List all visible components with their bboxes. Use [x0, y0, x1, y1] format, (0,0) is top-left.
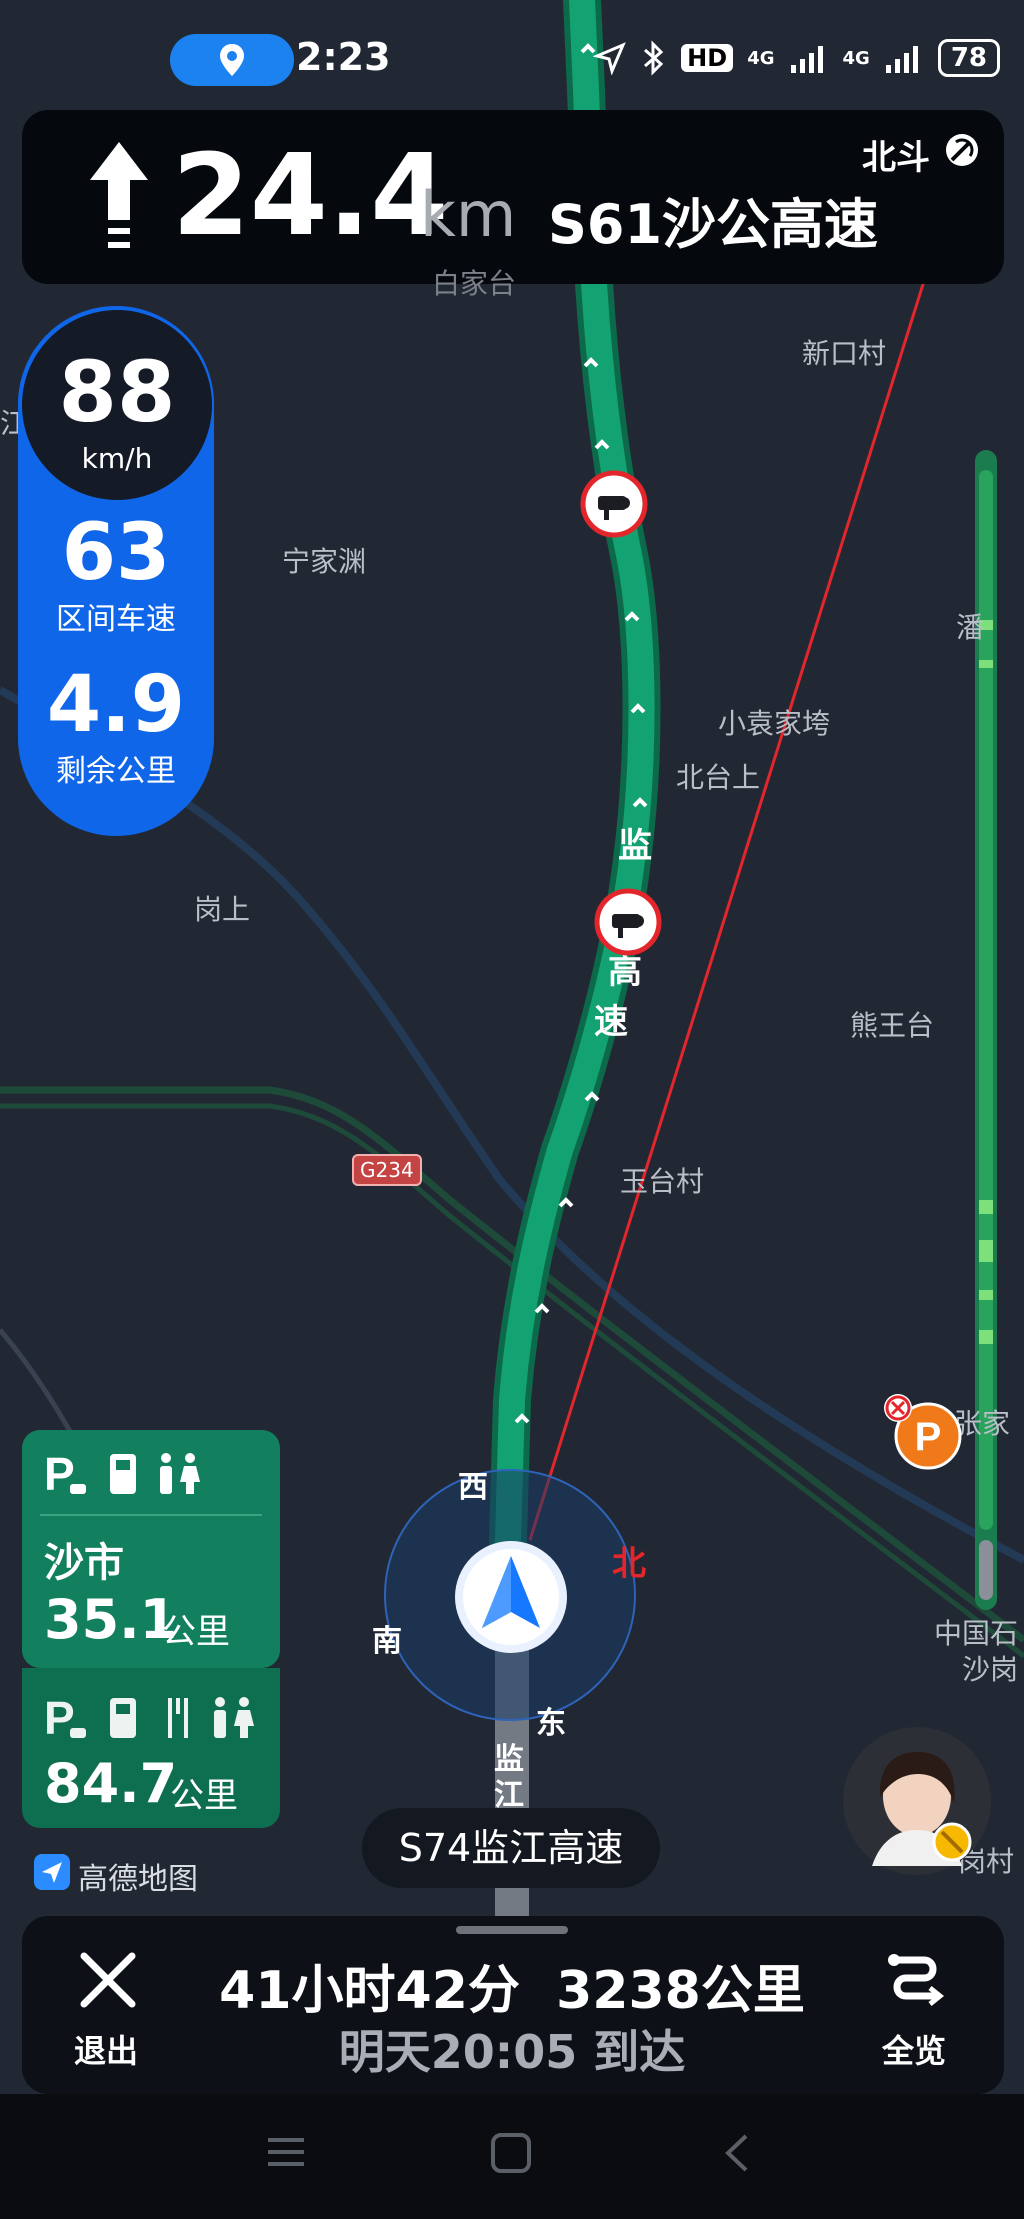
- remaining-value: 4.9: [46, 660, 186, 750]
- service-area-distance: 84.7: [44, 1752, 178, 1815]
- service-facilities-icons: P: [44, 1692, 254, 1744]
- map-label: 新口村: [802, 337, 887, 370]
- navigation-arrow-icon: [593, 42, 626, 75]
- compass-west: 西: [458, 1470, 488, 1505]
- map-label: 熊王台: [850, 1009, 935, 1042]
- route-road-label: 速: [594, 1002, 628, 1042]
- location-indicator[interactable]: [170, 34, 294, 86]
- amap-logo-icon: [34, 1854, 70, 1890]
- remaining-label: 剩余公里: [56, 754, 176, 789]
- parking-poi-icon[interactable]: P: [878, 1392, 968, 1472]
- status-icons: HD 4G 4G 78: [593, 34, 1000, 82]
- map-label: 中国石: [934, 1617, 1019, 1650]
- service-area-unit: 公里: [170, 1776, 238, 1816]
- compass-south: 南: [372, 1624, 402, 1659]
- bluetooth-icon: [644, 40, 664, 76]
- back-icon[interactable]: [722, 2132, 752, 2174]
- service-area-unit: 公里: [162, 1612, 230, 1652]
- exit-button[interactable]: 退出: [74, 2026, 138, 2072]
- service-area-name: 沙市: [44, 1540, 124, 1586]
- remaining-distance-block: 4.9 剩余公里: [18, 664, 214, 790]
- arrival-time: 明天20:05 到达: [338, 2025, 686, 2079]
- section-speed-value: 63: [61, 508, 171, 598]
- map-label: 玉台村: [620, 1165, 705, 1198]
- map-label: 白家台: [432, 267, 517, 300]
- route-road-label: 监: [618, 826, 652, 866]
- hd-badge: HD: [681, 44, 734, 72]
- drag-handle[interactable]: [456, 1926, 568, 1934]
- network-type-1: 4G: [747, 47, 775, 69]
- service-facilities-icons: P: [44, 1448, 200, 1500]
- location-pin-icon: [220, 44, 244, 76]
- speed-camera-icon[interactable]: [594, 888, 662, 956]
- brand-name: 高德地图: [78, 1862, 198, 1897]
- system-navigation-bar: [0, 2094, 1024, 2219]
- status-bar: 2:23 HD 4G 4G 78: [0, 0, 1024, 116]
- service-area-distance: 35.1: [44, 1588, 178, 1651]
- clock: 2:23: [296, 35, 391, 79]
- voice-assistant-avatar[interactable]: [842, 1726, 992, 1876]
- current-road-pill: S74监江高速: [362, 1808, 660, 1888]
- satellite-signal-icon: [946, 134, 978, 166]
- map-label: 沙岗: [962, 1653, 1019, 1686]
- map-label: 小袁家垮: [718, 707, 831, 740]
- distance-unit: km: [420, 178, 517, 251]
- divider: [40, 1514, 262, 1516]
- trip-summary: 41小时42分 3238公里: [219, 1961, 805, 2021]
- speed-unit: km/h: [81, 442, 153, 475]
- svg-text:P: P: [915, 1415, 942, 1459]
- straight-arrow-icon: [90, 142, 148, 248]
- compass-north: 北: [612, 1544, 646, 1584]
- svg-text:P: P: [44, 1448, 75, 1500]
- next-road-name: S61沙公高速: [548, 193, 879, 256]
- road-shield-g234: G234: [352, 1154, 422, 1186]
- vehicle-position-icon[interactable]: [452, 1538, 570, 1656]
- map-label: 宁家渊: [282, 545, 367, 578]
- route-overview-icon[interactable]: [884, 1948, 946, 2010]
- satellite-label: 北斗: [862, 138, 930, 178]
- current-road-name: S74监江高速: [398, 1826, 624, 1870]
- signal-icon: [885, 46, 918, 73]
- distance-to-turn: 24.4: [172, 131, 449, 261]
- speed-camera-icon[interactable]: [580, 470, 648, 538]
- current-speed: 88: [58, 343, 176, 441]
- battery-indicator: 78: [937, 39, 1000, 77]
- current-speed-dial: 88 km/h: [22, 310, 212, 500]
- close-icon[interactable]: [80, 1952, 136, 2008]
- network-type-2: 4G: [842, 47, 870, 69]
- home-icon[interactable]: [490, 2132, 532, 2174]
- compass-east: 东: [536, 1706, 566, 1741]
- menu-icon[interactable]: [266, 2132, 306, 2172]
- overview-button[interactable]: 全览: [882, 2026, 946, 2072]
- section-speed-label: 区间车速: [56, 602, 176, 637]
- map-label: 北台上: [676, 761, 761, 794]
- signal-icon: [790, 46, 823, 73]
- section-speed-block: 63 区间车速: [18, 512, 214, 638]
- svg-text:P: P: [44, 1692, 75, 1744]
- map-label: 潘: [956, 611, 985, 644]
- map-label: 岗上: [194, 893, 251, 926]
